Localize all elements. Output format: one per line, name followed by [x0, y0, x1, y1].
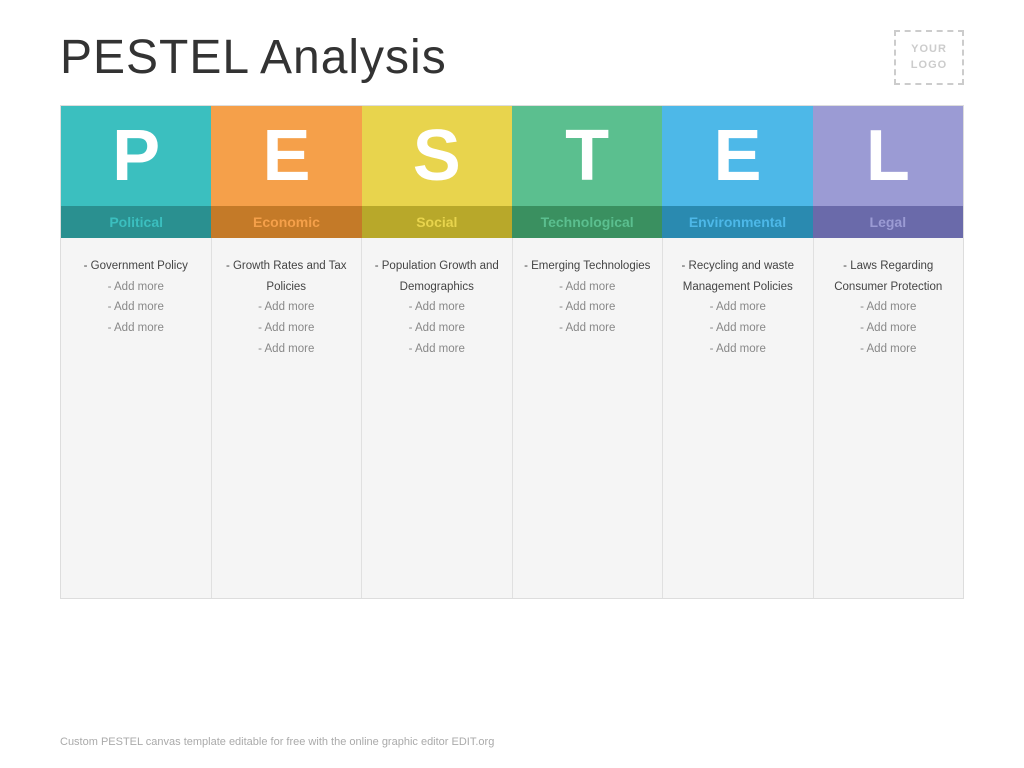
- env-add-1: - Add more: [673, 297, 803, 318]
- footer-text: Custom PESTEL canvas template editable f…: [60, 736, 494, 748]
- letters-row: P E S T E L: [61, 106, 963, 206]
- economic-add-1: - Add more: [222, 297, 352, 318]
- tech-item-1: - Emerging Technologies: [523, 256, 653, 277]
- letter-s: S: [362, 106, 512, 206]
- legal-add-3: - Add more: [824, 339, 954, 360]
- legal-item-1: - Laws Regarding Consumer Protection: [824, 256, 954, 297]
- label-social: Social: [362, 206, 512, 238]
- col-legal: - Laws Regarding Consumer Protection - A…: [814, 238, 964, 598]
- page-title: PESTEL Analysis: [60, 30, 447, 85]
- political-item-1: - Government Policy: [71, 256, 201, 277]
- env-add-3: - Add more: [673, 339, 803, 360]
- col-political: - Government Policy - Add more - Add mor…: [61, 238, 212, 598]
- col-social: - Population Growth and Demographics - A…: [362, 238, 513, 598]
- economic-add-2: - Add more: [222, 318, 352, 339]
- tech-add-2: - Add more: [523, 297, 653, 318]
- logo-placeholder: YOUR LOGO: [894, 30, 964, 85]
- economic-add-3: - Add more: [222, 339, 352, 360]
- legal-add-2: - Add more: [824, 318, 954, 339]
- tech-add-1: - Add more: [523, 277, 653, 298]
- letter-l: L: [813, 106, 963, 206]
- economic-item-1: - Growth Rates and Tax Policies: [222, 256, 352, 297]
- legal-add-1: - Add more: [824, 297, 954, 318]
- env-add-2: - Add more: [673, 318, 803, 339]
- social-add-1: - Add more: [372, 297, 502, 318]
- letter-p: P: [61, 106, 211, 206]
- tech-add-3: - Add more: [523, 318, 653, 339]
- content-area: - Government Policy - Add more - Add mor…: [61, 238, 963, 598]
- political-add-2: - Add more: [71, 297, 201, 318]
- env-item-1: - Recycling and waste Management Policie…: [673, 256, 803, 297]
- label-legal: Legal: [813, 206, 963, 238]
- label-economic: Economic: [211, 206, 361, 238]
- label-environmental: Environmental: [662, 206, 812, 238]
- political-add-1: - Add more: [71, 277, 201, 298]
- social-add-3: - Add more: [372, 339, 502, 360]
- col-economic: - Growth Rates and Tax Policies - Add mo…: [212, 238, 363, 598]
- col-technological: - Emerging Technologies - Add more - Add…: [513, 238, 664, 598]
- letter-e2: E: [662, 106, 812, 206]
- labels-row: Political Economic Social Technological …: [61, 206, 963, 238]
- letter-e: E: [211, 106, 361, 206]
- label-technological: Technological: [512, 206, 662, 238]
- social-add-2: - Add more: [372, 318, 502, 339]
- pestel-table: P E S T E L Political Economic Social Te…: [60, 105, 964, 599]
- letter-t: T: [512, 106, 662, 206]
- page: PESTEL Analysis YOUR LOGO P E S T E L Po…: [0, 0, 1024, 768]
- social-item-1: - Population Growth and Demographics: [372, 256, 502, 297]
- political-add-3: - Add more: [71, 318, 201, 339]
- label-political: Political: [61, 206, 211, 238]
- header: PESTEL Analysis YOUR LOGO: [0, 0, 1024, 105]
- col-environmental: - Recycling and waste Management Policie…: [663, 238, 814, 598]
